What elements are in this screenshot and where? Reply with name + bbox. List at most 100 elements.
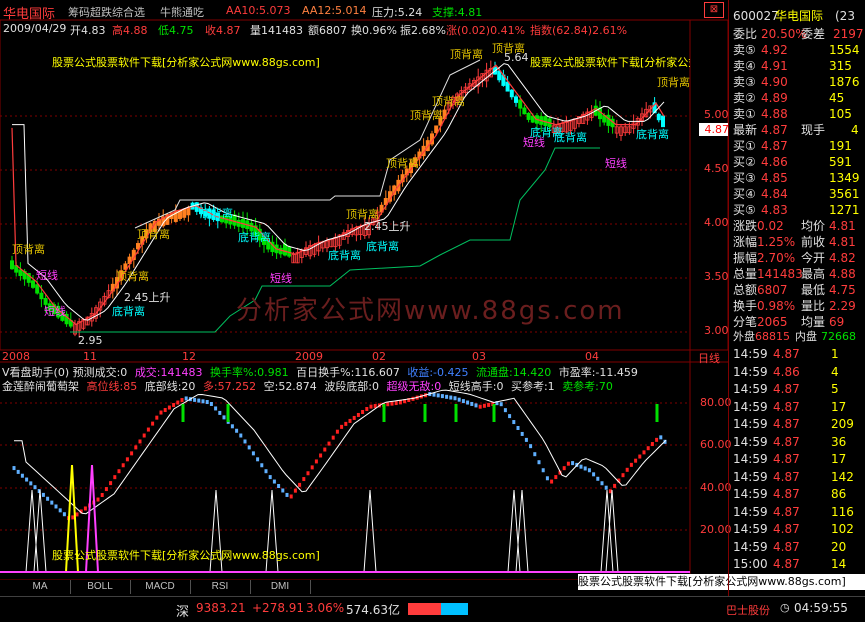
quote-row: 卖③ 4.90 1876 — [733, 74, 863, 90]
close-chart-icon[interactable]: ⊠ — [704, 2, 724, 18]
stat-value: 4.75 — [829, 283, 856, 297]
sub-tick: 80.00 — [700, 396, 732, 409]
tick-price: 4.87 — [773, 434, 800, 449]
tick-time: 14:59 — [733, 417, 768, 431]
stat-value: 0.98% — [757, 299, 796, 313]
watermark-text: 股票公式股票软件下载[分析家公式网www.88gs.com] — [52, 56, 320, 69]
tick-volume: 14 — [831, 557, 847, 571]
cur-label: 现手 — [801, 123, 826, 137]
short-term-label: 短线 — [44, 305, 66, 318]
sub-bottom: 底部线:20 — [144, 380, 196, 393]
quote-panel: 600027 华电国际 (23 委比 20.50% 委差 2197 卖⑤ 4.92… — [728, 0, 865, 596]
clock-icon: ◷ — [780, 601, 790, 614]
tab-dmi[interactable]: DMI — [250, 580, 311, 594]
tick-price: 4.87 — [773, 347, 800, 361]
quote-row: 卖② 4.89 45 — [733, 90, 863, 106]
stat-label: 量比 — [801, 299, 826, 313]
sub-tick: 60.00 — [700, 438, 732, 451]
stat-value: 2065 — [757, 315, 788, 329]
bid-label: 买⑤ — [733, 203, 756, 217]
ask-price: 4.89 — [761, 91, 788, 105]
diff-label: 委差 — [801, 27, 826, 41]
stat-label: 今开 — [801, 251, 826, 265]
quote-row: 卖④ 4.91 315 — [733, 58, 863, 74]
tick-time: 14:59 — [733, 347, 768, 361]
rise-label: 2.45上升 — [364, 220, 411, 233]
quote-row: 14:59 4.87 5 — [733, 381, 863, 397]
quote-row: 买④ 4.84 3561 — [733, 186, 863, 202]
tick-volume: 1 — [831, 347, 839, 361]
x-axis-label: 2008 — [2, 350, 30, 363]
tab-boll[interactable]: BOLL — [70, 580, 131, 594]
stat-value: 69 — [829, 315, 845, 329]
tab-ma[interactable]: MA — [10, 580, 71, 594]
tab-rsi[interactable]: RSI — [190, 580, 251, 594]
stat-value: 4.81 — [829, 235, 856, 249]
quote-row: 14:59 4.87 36 — [733, 434, 863, 450]
big-watermark: 分析家公式网www.88gs.com — [236, 296, 625, 326]
tick-time: 14:59 — [733, 382, 768, 396]
outer-label: 外盘 — [733, 330, 755, 343]
stat-label: 分笔 — [733, 315, 758, 329]
x-axis-label: 12 — [182, 350, 196, 363]
inner-value: 72668 — [821, 330, 856, 343]
bid-price: 4.85 — [761, 171, 788, 185]
price-tick: 5.00 — [704, 108, 729, 121]
quote-row: 14:59 4.87 142 — [733, 469, 863, 485]
tick-price: 4.87 — [773, 522, 800, 536]
stat-value: 6807 — [757, 283, 788, 297]
period-button[interactable]: 日线 — [698, 350, 720, 366]
tick-volume: 4 — [831, 364, 839, 379]
market-label: 深 — [176, 605, 190, 620]
stat-label: 均价 — [801, 219, 826, 233]
bottom-divergence-label: 底背离 — [636, 128, 669, 141]
ask-volume: 1876 — [829, 75, 860, 89]
sub-super: 超级无敌:0 — [386, 380, 442, 393]
sub-wave: 波段底部:0 — [324, 380, 380, 393]
sub-info-row-1: V看盘助手(0) 预测成交:0 成交:141483 换手率%:0.981 百日换… — [2, 364, 692, 379]
index-label: 指数(62.84)2.61% — [530, 24, 628, 37]
bid-volume: 591 — [829, 155, 852, 169]
x-axis-label: 04 — [585, 350, 599, 363]
quote-row: 总额 6807 最低 4.75 — [733, 282, 863, 298]
ticker-text: 巴士股份 — [726, 604, 770, 617]
stat-label: 涨幅 — [733, 235, 758, 249]
tick-volume: 102 — [831, 522, 854, 536]
tick-price: 4.87 — [773, 382, 800, 396]
tick-volume: 5 — [831, 382, 839, 396]
stock-name[interactable]: 华电国际 — [3, 3, 55, 22]
ratio-label: 委比 — [733, 27, 758, 41]
ask-volume: 45 — [829, 91, 845, 105]
tick-time: 14:59 — [733, 364, 768, 379]
quote-row: 14:59 4.87 86 — [733, 486, 863, 502]
sub-indicator — [0, 389, 690, 573]
formula-name[interactable]: 筹码超跌综合选 — [68, 4, 145, 20]
stat-label: 换手 — [733, 299, 758, 313]
bid-volume: 1349 — [829, 171, 860, 185]
tick-time: 14:59 — [733, 469, 768, 484]
chart-header: 华电国际 筹码超跌综合选 牛熊通吃 AA10:5.073 AA12:5.014 … — [0, 0, 728, 22]
tick-time: 14:59 — [733, 539, 768, 554]
tick-price: 4.87 — [773, 452, 800, 466]
ask-label: 卖③ — [733, 75, 756, 89]
stat-label: 总额 — [733, 283, 758, 297]
quote-row: 14:59 4.87 17 — [733, 451, 863, 467]
tick-price: 4.87 — [773, 487, 800, 501]
tab-macd[interactable]: MACD — [130, 580, 191, 594]
tick-time: 14:59 — [733, 452, 768, 466]
date-label: 2009/04/29 — [3, 22, 67, 35]
quote-row: 买① 4.87 191 — [733, 138, 863, 154]
cur-vol: 4 — [851, 123, 859, 137]
current-price-tag: 4.87 — [699, 123, 729, 136]
last-price: 4.87 — [761, 123, 788, 137]
quote-row: 14:59 4.87 116 — [733, 504, 863, 520]
bottom-divergence-label: 底背离 — [366, 240, 399, 253]
quote-row: 分笔 2065 均量 69 — [733, 314, 863, 330]
stat-value: 0.02 — [757, 219, 784, 233]
open-label: 开4.83 — [70, 24, 106, 37]
x-axis-label: 02 — [372, 350, 386, 363]
x-axis-label: 11 — [83, 350, 97, 363]
tick-price: 4.87 — [773, 469, 800, 484]
status-bar: 深 9383.21 +278.91 3.06% 574.63亿 巴士股份 ◷ 0… — [0, 596, 865, 622]
tick-time: 14:59 — [733, 487, 768, 501]
